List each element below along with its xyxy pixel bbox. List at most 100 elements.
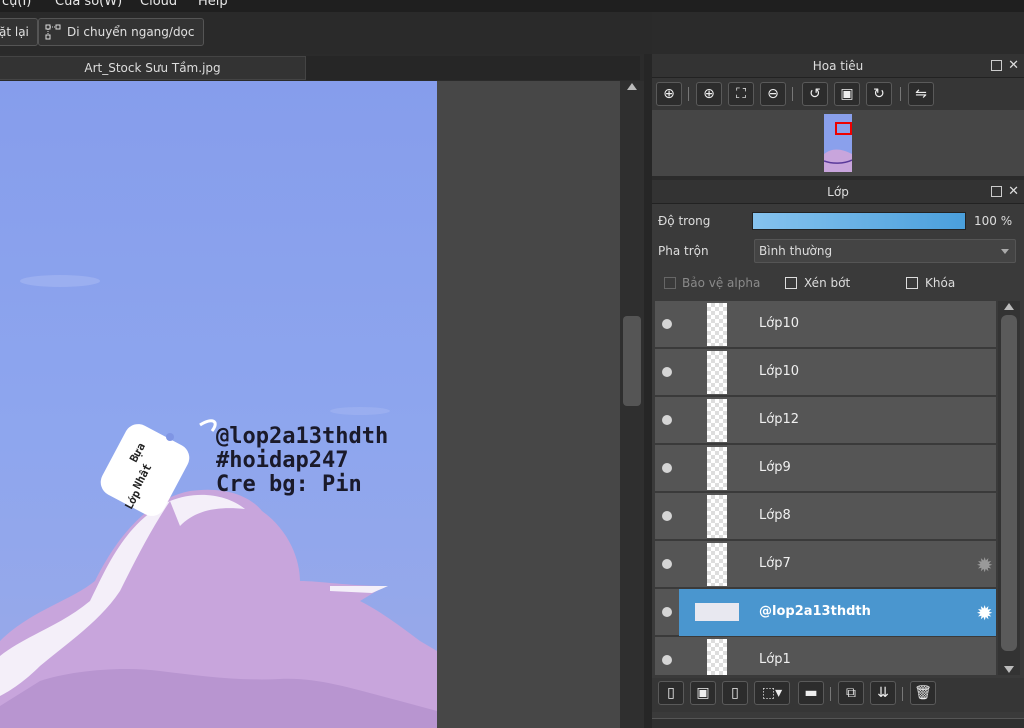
toolbar: ặt lại Di chuyển ngang/dọc — [0, 12, 652, 54]
layer-name: Lớp12 — [759, 412, 799, 427]
layer-body[interactable]: Lớp9 — [679, 445, 996, 492]
popout-icon[interactable] — [991, 186, 1002, 197]
layer-row[interactable]: Lớp9 — [655, 445, 996, 492]
layer-body[interactable]: Lớp10 — [679, 349, 996, 396]
layer-thumbnail — [707, 639, 727, 675]
scroll-down-icon[interactable] — [1004, 666, 1014, 673]
visibility-eye-icon[interactable] — [662, 607, 672, 617]
opacity-value: 100 % — [974, 214, 1013, 228]
layer-row[interactable]: Lớp8 — [655, 493, 996, 540]
navigator-thumbnail — [824, 114, 852, 172]
layer-toolbar: ▯ ▣ ▯ ⬚▾ ▬ ⧉ ⇊ 🗑 — [652, 678, 1024, 712]
panel-divider[interactable] — [644, 54, 652, 728]
visibility-eye-icon[interactable] — [662, 559, 672, 569]
visibility-eye-icon[interactable] — [662, 655, 672, 665]
layer-row[interactable]: Lớp7 ✹ — [655, 541, 996, 588]
scroll-up-icon[interactable] — [1004, 303, 1014, 310]
layer-name: Lớp10 — [759, 316, 799, 331]
blend-label: Pha trộn — [658, 244, 709, 258]
visibility-eye-icon[interactable] — [662, 511, 672, 521]
document-tab[interactable]: Art_Stock Sưu Tầm.jpg — [0, 56, 306, 80]
layer-list-scrollbar[interactable] — [998, 301, 1020, 675]
folder-icon[interactable]: ▬ — [798, 681, 824, 705]
layer-panel-header: Lớp ✕ — [652, 180, 1024, 204]
layer-body[interactable]: @lop2a13thdth ✹ — [679, 589, 996, 636]
scroll-mode-button[interactable]: Di chuyển ngang/dọc — [38, 18, 204, 46]
layer-row[interactable]: Lớp10 — [655, 301, 996, 348]
fit-window-icon[interactable]: ▣ — [834, 82, 860, 106]
layer-row[interactable]: @lop2a13thdth ✹ — [655, 589, 996, 636]
canvas-vertical-scrollbar[interactable] — [620, 81, 644, 728]
duplicate-layer-icon[interactable]: ⧉ — [838, 681, 864, 705]
fit-screen-icon[interactable]: ⛶ — [728, 82, 754, 106]
add-layer-menu-icon[interactable]: ⬚▾ — [754, 681, 790, 705]
canvas-area[interactable]: Bựa Nhất Lớp @lop2a13thdth #hoidap247 Cr… — [0, 81, 620, 728]
layer-body[interactable]: Lớp1 — [679, 637, 996, 675]
clipping-checkbox[interactable] — [785, 277, 797, 289]
layer-body[interactable]: Lớp8 — [679, 493, 996, 540]
layer-list: Lớp10 Lớp10 Lớp12 Lớp9 Lớp8 Lớp7 ✹ @lop2a13thdt… — [655, 301, 997, 675]
layer-name: Lớp9 — [759, 460, 791, 475]
close-icon[interactable]: ✕ — [1008, 180, 1019, 204]
scroll-mode-label: Di chuyển ngang/dọc — [67, 25, 195, 39]
layer-row[interactable]: Lớp12 — [655, 397, 996, 444]
new-layer-icon[interactable]: ▯ — [658, 681, 684, 705]
document-tab-bar: Art_Stock Sưu Tầm.jpg — [0, 56, 640, 80]
menu-item-tools[interactable]: cụ(I) — [2, 0, 31, 9]
menu-item-window[interactable]: Cửa sổ(W) — [55, 0, 122, 9]
artwork-image: Bựa Nhất Lớp @lop2a13thdth #hoidap247 Cr… — [0, 81, 437, 728]
visibility-eye-icon[interactable] — [662, 463, 672, 473]
flip-icon[interactable]: ⇋ — [908, 82, 934, 106]
zoom-out-icon[interactable]: ⊖ — [760, 82, 786, 106]
move-handle-icon — [45, 24, 61, 40]
visibility-eye-icon[interactable] — [662, 415, 672, 425]
layer-thumbnail — [707, 351, 727, 394]
menu-item-help[interactable]: Help — [198, 0, 228, 9]
layer-body[interactable]: Lớp10 — [679, 301, 996, 348]
panel-bottom-edge — [652, 718, 1024, 728]
visibility-eye-icon[interactable] — [662, 319, 672, 329]
toolbar-separator — [902, 687, 903, 701]
layer-row[interactable]: Lớp1 — [655, 637, 996, 675]
visibility-eye-icon[interactable] — [662, 367, 672, 377]
rotate-left-icon[interactable]: ↺ — [802, 82, 828, 106]
menu-item-cloud[interactable]: Cloud — [140, 0, 177, 9]
opacity-slider[interactable] — [752, 212, 966, 230]
reset-button[interactable]: ặt lại — [0, 18, 38, 46]
layer-thumbnail — [695, 603, 739, 621]
new-8bit-layer-icon[interactable]: ▣ — [690, 681, 716, 705]
protect-alpha-checkbox[interactable] — [664, 277, 676, 289]
scrollbar-thumb[interactable] — [1001, 315, 1017, 651]
navigator-preview[interactable] — [652, 110, 1024, 176]
popout-icon[interactable] — [991, 60, 1002, 71]
close-icon[interactable]: ✕ — [1008, 54, 1019, 78]
scrollbar-thumb[interactable] — [623, 316, 641, 406]
chevron-down-icon — [1001, 249, 1009, 254]
new-1bit-layer-icon[interactable]: ▯ — [722, 681, 748, 705]
layer-name: Lớp7 — [759, 556, 791, 571]
artwork-canvas[interactable]: Bựa Nhất Lớp @lop2a13thdth #hoidap247 Cr… — [0, 81, 437, 728]
caption-line-3: Cre bg: Pin — [216, 472, 362, 497]
layer-name: Lớp8 — [759, 508, 791, 523]
layer-settings-gear-icon[interactable]: ✹ — [976, 601, 993, 625]
lock-checkbox[interactable] — [906, 277, 918, 289]
clipping-label: Xén bớt — [804, 276, 851, 290]
zoom-in-icon[interactable]: ⊕ — [696, 82, 722, 106]
toolbar-separator — [900, 87, 901, 101]
delete-layer-icon[interactable]: 🗑 — [910, 681, 936, 705]
caption-line-1: @lop2a13thdth — [216, 424, 388, 449]
toolbar-separator — [688, 87, 689, 101]
layer-settings-gear-icon[interactable]: ✹ — [976, 553, 993, 577]
layer-thumbnail — [707, 399, 727, 442]
scroll-up-icon[interactable] — [627, 83, 637, 90]
merge-down-icon[interactable]: ⇊ — [870, 681, 896, 705]
layer-body[interactable]: Lớp12 — [679, 397, 996, 444]
rotate-right-icon[interactable]: ↻ — [866, 82, 892, 106]
navigator-panel: Hoa tiêu ✕ ⊕ ⊕ ⛶ ⊖ ↺ ▣ ↻ ⇋ — [652, 54, 1024, 176]
layer-row[interactable]: Lớp10 — [655, 349, 996, 396]
layer-body[interactable]: Lớp7 ✹ — [679, 541, 996, 588]
toolbar-separator — [830, 687, 831, 701]
navigator-toolbar: ⊕ ⊕ ⛶ ⊖ ↺ ▣ ↻ ⇋ — [652, 78, 1024, 110]
zoom-fit-icon[interactable]: ⊕ — [656, 82, 682, 106]
blend-mode-select[interactable]: Bình thường — [754, 239, 1016, 263]
